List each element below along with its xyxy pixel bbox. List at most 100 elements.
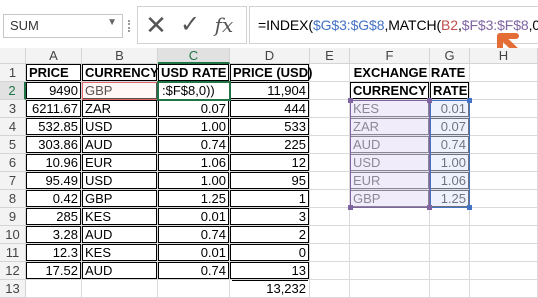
row-header[interactable]: 13 — [0, 280, 26, 298]
grid-cell[interactable] — [470, 280, 538, 298]
cell-usd-rate[interactable]: 0.74 — [158, 226, 230, 244]
column-header-g[interactable]: G — [430, 48, 470, 64]
cell-price-usd[interactable]: 11,904 — [230, 82, 310, 100]
cell-currency[interactable]: KES — [82, 244, 158, 262]
exchange-header-rate[interactable]: RATE — [430, 82, 470, 100]
row-header[interactable]: 11 — [0, 244, 26, 262]
grid-cell[interactable] — [310, 82, 350, 100]
row-header[interactable]: 9 — [0, 208, 26, 226]
grid-cell[interactable] — [470, 226, 538, 244]
grid-cell[interactable] — [310, 244, 350, 262]
grid-cell[interactable] — [470, 100, 538, 118]
header-price-usd[interactable]: PRICE (USD) — [230, 64, 312, 82]
cell-currency[interactable]: AUD — [82, 226, 158, 244]
grid-cell[interactable] — [310, 172, 350, 190]
cell-currency[interactable]: AUD — [82, 262, 158, 280]
cell-price[interactable]: 17.52 — [26, 262, 82, 280]
grid-cell[interactable] — [470, 190, 538, 208]
select-all-corner[interactable] — [0, 48, 26, 64]
grid-cell[interactable] — [470, 244, 538, 262]
cell-currency[interactable]: KES — [82, 208, 158, 226]
cell-price-usd[interactable]: 2 — [230, 226, 310, 244]
cell-price[interactable]: 3.28 — [26, 226, 82, 244]
exchange-title[interactable]: EXCHANGE RATE — [350, 64, 470, 82]
cell-usd-rate[interactable]: 1.00 — [158, 118, 230, 136]
grid-cell[interactable] — [26, 280, 82, 298]
grid-cell[interactable] — [310, 154, 350, 172]
resize-grip-icon[interactable] — [128, 20, 134, 32]
name-box-dropdown-icon[interactable]: ▼ — [107, 17, 117, 28]
grid-cell[interactable] — [430, 226, 470, 244]
cell-price-usd[interactable]: 0 — [230, 244, 310, 262]
grid-cell[interactable] — [470, 262, 538, 280]
name-box[interactable]: SUM ▼ — [3, 14, 123, 38]
row-header[interactable]: 12 — [0, 262, 26, 280]
cell-price[interactable]: 10.96 — [26, 154, 82, 172]
cell-price-usd[interactable]: 12 — [230, 154, 310, 172]
grid-cell[interactable] — [310, 262, 350, 280]
cell-price-usd[interactable]: 1 — [230, 190, 310, 208]
cell-currency[interactable]: EUR — [82, 154, 158, 172]
cell-usd-rate[interactable]: 1.06 — [158, 154, 230, 172]
grid-cell[interactable] — [470, 64, 538, 82]
cell-usd-rate[interactable]: 0.74 — [158, 262, 230, 280]
cell-usd-rate[interactable]: 1.00 — [158, 172, 230, 190]
exchange-header-currency[interactable]: CURRENCY — [350, 82, 430, 100]
grid-cell[interactable] — [350, 262, 430, 280]
grid-cell[interactable] — [310, 100, 350, 118]
cell-price-usd[interactable]: 225 — [230, 136, 310, 154]
grid-cell[interactable] — [82, 280, 158, 298]
grid-cell[interactable] — [310, 226, 350, 244]
cell-price[interactable]: 303.86 — [26, 136, 82, 154]
cell-price-usd[interactable]: 533 — [230, 118, 310, 136]
cell-currency[interactable]: USD — [82, 118, 158, 136]
cell-price[interactable]: 9490 — [26, 82, 82, 100]
grid-cell[interactable] — [470, 154, 538, 172]
cell-usd-rate[interactable]: 0.01 — [158, 208, 230, 226]
cell-price[interactable]: 6211.67 — [26, 100, 82, 118]
column-header-a[interactable]: A — [26, 48, 82, 64]
cell-currency[interactable]: GBP — [82, 190, 158, 208]
grid-cell[interactable] — [310, 208, 350, 226]
cell-currency[interactable]: USD — [82, 172, 158, 190]
grid-cell[interactable] — [158, 280, 230, 298]
cell-price[interactable]: 285 — [26, 208, 82, 226]
cell-usd-rate[interactable]: 0.07 — [158, 100, 230, 118]
grid-cell[interactable] — [310, 64, 350, 82]
grid-cell[interactable] — [470, 118, 538, 136]
ref-handle[interactable] — [348, 205, 353, 210]
grid-cell[interactable] — [310, 190, 350, 208]
grid-cell[interactable] — [470, 136, 538, 154]
grid-cell[interactable] — [430, 208, 470, 226]
cell-usd-rate[interactable]: 0.01 — [158, 244, 230, 262]
header-currency[interactable]: CURRENCY — [82, 64, 159, 82]
row-header[interactable]: 3 — [0, 100, 26, 118]
grid-cell[interactable] — [470, 208, 538, 226]
header-price[interactable]: PRICE — [26, 64, 82, 82]
grid-cell[interactable] — [470, 82, 538, 100]
cell-currency[interactable]: ZAR — [82, 100, 158, 118]
cell-total[interactable]: 13,232 — [230, 280, 310, 298]
cell-usd-rate[interactable]: 0.74 — [158, 136, 230, 154]
row-header[interactable]: 4 — [0, 118, 26, 136]
grid-cell[interactable] — [430, 262, 470, 280]
grid-cell[interactable] — [310, 118, 350, 136]
row-header[interactable]: 8 — [0, 190, 26, 208]
ref-handle[interactable] — [427, 205, 432, 210]
worksheet-grid[interactable]: A B C D E F G H 1 2 3 4 5 6 7 8 9 10 11 … — [0, 48, 538, 298]
active-cell-c2[interactable]: :$F$8,0)) — [157, 81, 231, 101]
cell-usd-rate[interactable]: 1.25 — [158, 190, 230, 208]
column-header-h[interactable]: H — [470, 48, 538, 64]
insert-function-icon[interactable]: fx — [212, 13, 236, 37]
cell-currency[interactable]: AUD — [82, 136, 158, 154]
ref-handle[interactable] — [348, 98, 353, 103]
grid-cell[interactable] — [310, 280, 350, 298]
header-usd-rate[interactable]: USD RATE — [158, 64, 230, 82]
column-header-e[interactable]: E — [310, 48, 350, 64]
grid-cell[interactable] — [350, 244, 430, 262]
grid-cell[interactable] — [350, 226, 430, 244]
cell-price[interactable]: 0.42 — [26, 190, 82, 208]
row-header[interactable]: 6 — [0, 154, 26, 172]
ref-handle[interactable] — [467, 205, 472, 210]
row-header[interactable]: 7 — [0, 172, 26, 190]
